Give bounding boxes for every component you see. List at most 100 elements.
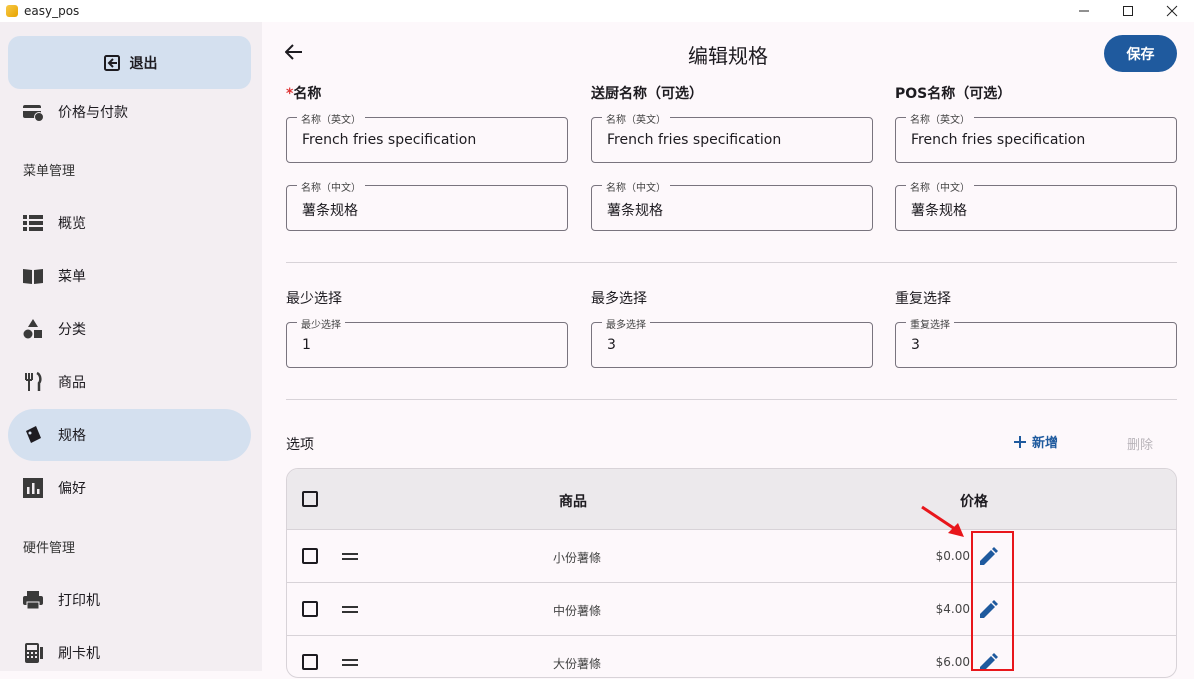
pos-name-en-field[interactable]: 名称（英文） French fries specification: [895, 111, 1177, 163]
field-value: French fries specification: [607, 132, 782, 148]
options-title: 选项: [286, 437, 314, 453]
field-label: 名称（中文）: [906, 179, 974, 194]
header-product: 商品: [559, 494, 587, 510]
sidebar-item-label: 商品: [58, 375, 86, 391]
field-value: 1: [302, 337, 311, 353]
annotation-highlight-box: [971, 531, 1014, 671]
maximize-button[interactable]: [1106, 0, 1150, 22]
sidebar: 退出 价格与付款 菜单管理 概览 菜单 分类 商品 规格 偏好 硬件管理 打印机…: [0, 22, 262, 671]
sidebar-item-overview[interactable]: 概览: [8, 197, 251, 249]
divider: [286, 262, 1177, 263]
sidebar-item-preferences[interactable]: 偏好: [8, 462, 251, 514]
name-en-field[interactable]: 名称（英文） French fries specification: [286, 111, 568, 163]
min-select-label: 最少选择: [286, 291, 342, 307]
top-app-bar: 编辑规格 保存: [262, 22, 1194, 82]
sidebar-item-label: 菜单: [58, 269, 86, 285]
option-price: $4.00: [935, 602, 970, 616]
field-label: 名称（中文）: [602, 179, 670, 194]
select-all-checkbox[interactable]: [302, 491, 318, 507]
field-label: 名称（中文）: [297, 179, 365, 194]
printer-icon: [22, 589, 44, 611]
maximize-icon: [1123, 6, 1133, 16]
field-label: 名称（英文）: [297, 111, 365, 126]
table-header: 商品 价格: [287, 469, 1176, 530]
divider: [286, 399, 1177, 400]
save-button[interactable]: 保存: [1104, 35, 1177, 72]
app-title: easy_pos: [24, 4, 80, 18]
repeat-select-label: 重复选择: [895, 291, 951, 307]
main-content: 编辑规格 保存 *名称 送厨名称（可选） POS名称（可选） 名称（英文） Fr…: [262, 22, 1194, 678]
field-value: French fries specification: [302, 132, 477, 148]
sidebar-item-category[interactable]: 分类: [8, 303, 251, 355]
window-controls: [1062, 0, 1194, 22]
list-icon: [22, 212, 44, 234]
app-icon: [6, 5, 18, 17]
add-option-button[interactable]: 新增: [1014, 432, 1058, 451]
sidebar-item-printer[interactable]: 打印机: [8, 574, 251, 626]
window-titlebar: easy_pos: [0, 0, 1194, 22]
drag-handle-icon[interactable]: [342, 606, 358, 613]
close-icon: [1166, 5, 1178, 17]
sidebar-item-label: 刷卡机: [58, 646, 100, 662]
annotation-arrow-icon: [921, 505, 964, 537]
page-title: 编辑规格: [688, 44, 768, 68]
logout-icon: [103, 54, 120, 71]
fork-knife-icon: [22, 371, 44, 393]
logout-label: 退出: [129, 55, 158, 72]
field-label: 名称（英文）: [906, 111, 974, 126]
drag-handle-icon[interactable]: [342, 553, 358, 560]
book-icon: [22, 265, 44, 287]
sidebar-item-products[interactable]: 商品: [8, 356, 251, 408]
sidebar-item-pricing[interactable]: 价格与付款: [8, 86, 251, 138]
pos-name-zh-field[interactable]: 名称（中文） 薯条规格: [895, 179, 1177, 231]
option-price: $0.00: [935, 549, 970, 563]
option-price: $6.00: [935, 655, 970, 669]
drag-handle-icon[interactable]: [342, 659, 358, 666]
field-value: 3: [607, 337, 616, 353]
name-zh-field[interactable]: 名称（中文） 薯条规格: [286, 179, 568, 231]
repeat-select-field[interactable]: 重复选择 3: [895, 316, 1177, 368]
field-label: 最少选择: [297, 316, 345, 331]
tag-icon: [22, 424, 44, 446]
min-select-field[interactable]: 最少选择 1: [286, 316, 568, 368]
field-label: 名称（英文）: [602, 111, 670, 126]
logout-button[interactable]: 退出: [8, 36, 251, 89]
sidebar-item-menu[interactable]: 菜单: [8, 250, 251, 302]
payment-icon: [22, 101, 44, 123]
row-checkbox[interactable]: [302, 548, 318, 564]
row-checkbox[interactable]: [302, 601, 318, 617]
table-row: 大份薯條 $6.00: [287, 636, 1176, 677]
options-table: 商品 价格 小份薯條 $0.00 中份薯條 $4.00 大份薯條 $6.00: [286, 468, 1177, 678]
sidebar-item-label: 打印机: [58, 593, 100, 609]
section-hardware-management: 硬件管理: [23, 541, 76, 556]
sidebar-item-label: 偏好: [58, 481, 86, 497]
field-value: 薯条规格: [607, 203, 663, 219]
table-row: 中份薯條 $4.00: [287, 583, 1176, 636]
sidebar-item-spec[interactable]: 规格: [8, 409, 251, 461]
pos-name-column-label: POS名称（可选）: [895, 86, 1012, 102]
chart-icon: [22, 477, 44, 499]
kitchen-name-en-field[interactable]: 名称（英文） French fries specification: [591, 111, 873, 163]
sidebar-item-label: 概览: [58, 216, 86, 232]
row-checkbox[interactable]: [302, 654, 318, 670]
name-label-text: 名称: [293, 86, 322, 102]
delete-option-button[interactable]: 删除: [1127, 434, 1153, 453]
kitchen-name-column-label: 送厨名称（可选）: [591, 86, 703, 102]
field-value: 3: [911, 337, 920, 353]
category-icon: [22, 318, 44, 340]
option-name: 小份薯條: [553, 551, 602, 565]
option-name: 中份薯條: [553, 604, 602, 618]
kitchen-name-zh-field[interactable]: 名称（中文） 薯条规格: [591, 179, 873, 231]
option-name: 大份薯條: [553, 657, 602, 671]
plus-icon: [1014, 435, 1026, 448]
max-select-field[interactable]: 最多选择 3: [591, 316, 873, 368]
sidebar-item-label: 分类: [58, 322, 86, 338]
field-value: French fries specification: [911, 132, 1086, 148]
add-label: 新增: [1032, 436, 1059, 451]
field-value: 薯条规格: [911, 203, 967, 219]
minimize-button[interactable]: [1062, 0, 1106, 22]
close-button[interactable]: [1150, 0, 1194, 22]
max-select-label: 最多选择: [591, 291, 647, 307]
card-reader-icon: [22, 642, 44, 664]
sidebar-item-card-reader[interactable]: 刷卡机: [8, 627, 251, 679]
